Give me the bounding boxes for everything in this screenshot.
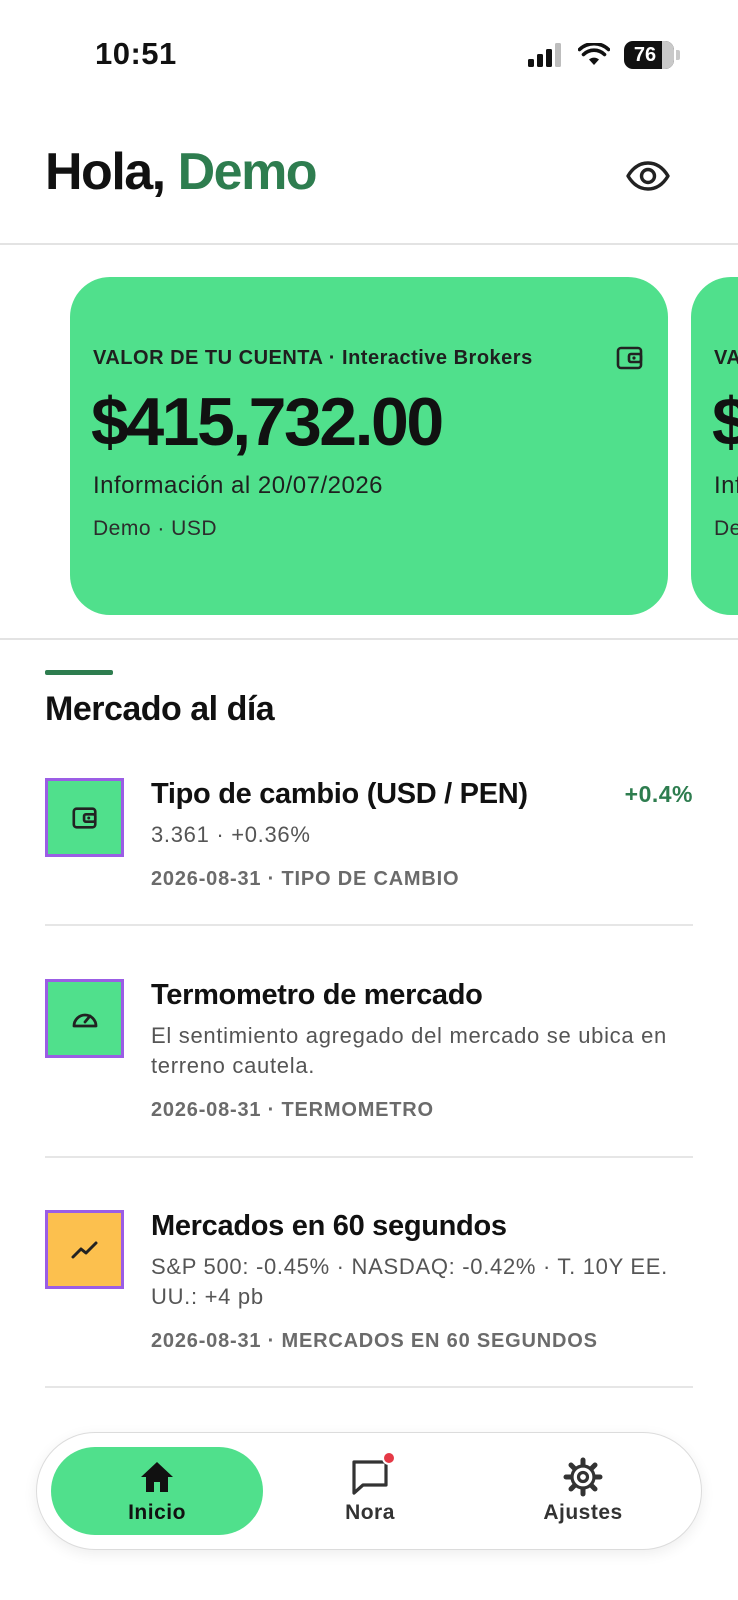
card-label: VALOR DE TU CUENTA · Interactive Brokers: [93, 347, 533, 369]
wallet-icon: [616, 346, 643, 370]
nav-item-inicio[interactable]: Inicio: [51, 1447, 263, 1535]
battery-icon: 76: [624, 41, 674, 69]
toggle-visibility-button[interactable]: [620, 148, 676, 204]
account-value: $: [712, 383, 738, 461]
item-title: Mercados en 60 segundos: [151, 1210, 507, 1242]
item-icon-box: [45, 778, 124, 857]
item-title: Termometro de mercado: [151, 979, 483, 1011]
status-bar: 10:51 76: [0, 0, 738, 100]
battery-level: 76: [633, 43, 657, 66]
home-icon: [137, 1457, 177, 1497]
chat-icon: [350, 1451, 396, 1497]
wallet-icon: [71, 806, 97, 829]
market-item-60-seconds[interactable]: Mercados en 60 segundos S&P 500: -0.45% …: [45, 1210, 693, 1388]
status-icons: 76: [528, 38, 680, 72]
card-label: VA: [714, 347, 738, 369]
account-value: $415,732.00: [91, 384, 444, 460]
item-change: +0.4%: [624, 781, 693, 807]
gauge-icon: [72, 1013, 97, 1027]
bottom-nav: Inicio Nora Ajustes: [36, 1432, 702, 1550]
nav-item-nora[interactable]: Nora: [264, 1447, 476, 1535]
item-meta: 2026-08-31 · MERCADOS EN 60 SEGUNDOS: [151, 1330, 598, 1352]
account-card[interactable]: VALOR DE TU CUENTA · Interactive Brokers…: [70, 277, 668, 615]
account-info-date: Inf: [714, 472, 738, 499]
greeting: Hola, Demo: [45, 142, 318, 202]
account-info-date: Información al 20/07/2026: [93, 472, 384, 499]
market-item-exchange-rate[interactable]: Tipo de cambio (USD / PEN) +0.4% 3.361 ·…: [45, 778, 693, 926]
section-title: Mercado al día: [45, 690, 275, 728]
section-accent-bar: [45, 670, 113, 675]
account-card-next[interactable]: VA $ Inf De: [691, 277, 738, 615]
greeting-prefix: Hola,: [45, 143, 166, 201]
item-body: 3.361 · +0.36%: [151, 822, 311, 847]
item-icon-box: [45, 979, 124, 1058]
status-time: 10:51: [95, 36, 177, 71]
header: Hola, Demo: [0, 120, 738, 245]
greeting-name: Demo: [177, 143, 318, 201]
nav-label: Ajustes: [543, 1501, 623, 1524]
market-item-thermometer[interactable]: Termometro de mercado El sentimiento agr…: [45, 979, 693, 1158]
item-meta: 2026-08-31 · TERMOMETRO: [151, 1099, 434, 1121]
account-owner-currency: De: [714, 517, 738, 540]
item-title: Tipo de cambio (USD / PEN): [151, 778, 528, 810]
gear-icon: [563, 1457, 603, 1497]
account-carousel[interactable]: VALOR DE TU CUENTA · Interactive Brokers…: [0, 245, 738, 640]
item-icon-box: [45, 1210, 124, 1289]
trend-icon: [71, 1241, 97, 1258]
item-body: S&P 500: -0.45% · NASDAQ: -0.42% · T. 10…: [151, 1254, 668, 1309]
wifi-icon: [578, 43, 610, 65]
nav-label: Inicio: [128, 1501, 186, 1524]
nav-label: Nora: [345, 1501, 395, 1524]
notification-badge: [382, 1451, 396, 1465]
nav-item-ajustes[interactable]: Ajustes: [477, 1447, 689, 1535]
signal-icon: [528, 43, 561, 67]
account-owner-currency: Demo · USD: [93, 517, 218, 540]
item-body: El sentimiento agregado del mercado se u…: [151, 1023, 667, 1078]
item-meta: 2026-08-31 · TIPO DE CAMBIO: [151, 868, 460, 890]
eye-icon: [626, 161, 670, 191]
